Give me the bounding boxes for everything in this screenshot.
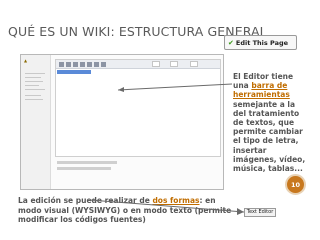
edit-this-page-button[interactable]: ✔ Edit This Page [224,35,297,50]
screenshot-input-1 [57,161,117,164]
screenshot-sidebar: ▲ [21,55,51,189]
edit-this-page-label: Edit This Page [235,38,289,47]
screenshot-logo: ▲ [24,58,28,63]
toolbar-pointer-arrow [117,83,233,92]
text-editor-pointer-arrow [89,199,245,215]
screenshot-editor-toolbar [56,60,220,69]
text-editor-button[interactable]: Text Editor [244,208,276,217]
wiki-editor-screenshot: ▲ [20,54,224,190]
screenshot-highlight-line [57,70,91,74]
screenshot-input-2 [57,167,111,170]
callout-text: El Editor tiene una barra de herramienta… [233,72,306,174]
page-number-badge: 10 [285,174,306,195]
screenshot-editor-area [55,59,221,157]
check-icon: ✔ [228,38,234,47]
